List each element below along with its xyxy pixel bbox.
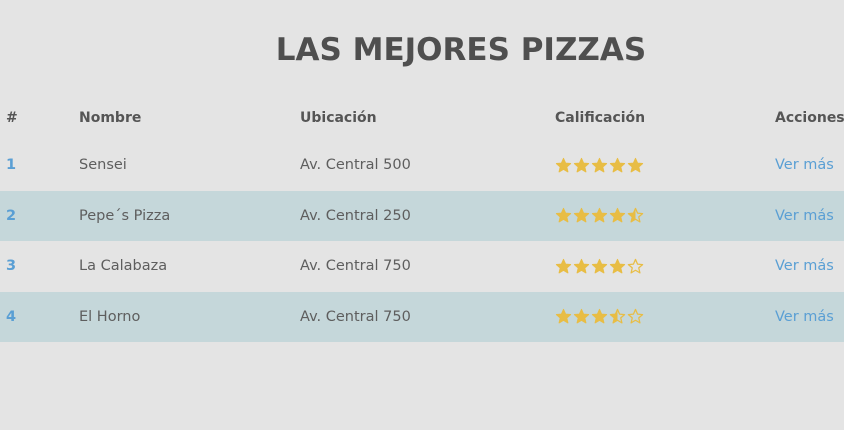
table-row: 3 La Calabaza Av. Central 750 Ver más bbox=[0, 241, 844, 292]
star-full-icon bbox=[591, 258, 608, 274]
ver-mas-link[interactable]: Ver más bbox=[775, 191, 834, 242]
table-row: 4 El Horno Av. Central 750 Ver más bbox=[0, 291, 844, 343]
row-number[interactable]: 1 bbox=[6, 140, 16, 191]
pizza-location: Av. Central 250 bbox=[300, 207, 411, 224]
pizza-name: La Calabaza bbox=[79, 258, 168, 275]
column-header-location: Ubicación bbox=[300, 109, 377, 126]
table-row: 2 Pepe´s Pizza Av. Central 250 Ver más bbox=[0, 190, 844, 242]
star-full-icon bbox=[609, 258, 626, 274]
star-full-icon bbox=[555, 157, 572, 173]
star-full-icon bbox=[609, 208, 626, 223]
pizza-name: Pepe´s Pizza bbox=[79, 207, 171, 224]
pizza-location: Av. Central 500 bbox=[300, 157, 411, 174]
star-full-icon bbox=[573, 208, 590, 223]
table-header-row: # Nombre Ubicación Calificación Acciones bbox=[0, 95, 844, 140]
column-header-num: # bbox=[6, 109, 18, 126]
rating-stars bbox=[555, 241, 644, 292]
star-half-icon bbox=[609, 309, 626, 324]
row-number[interactable]: 4 bbox=[6, 292, 16, 343]
star-full-icon bbox=[555, 309, 572, 324]
pizza-name: Sensei bbox=[79, 157, 127, 174]
star-half-icon bbox=[627, 208, 644, 223]
star-empty-icon bbox=[627, 309, 644, 324]
star-full-icon bbox=[555, 208, 572, 223]
ver-mas-link[interactable]: Ver más bbox=[775, 241, 834, 292]
pizza-location: Av. Central 750 bbox=[300, 308, 411, 325]
star-full-icon bbox=[591, 208, 608, 223]
column-header-actions: Acciones bbox=[775, 109, 844, 126]
star-full-icon bbox=[591, 157, 608, 173]
row-number[interactable]: 3 bbox=[6, 241, 16, 292]
pizza-table: # Nombre Ubicación Calificación Acciones… bbox=[0, 95, 844, 342]
star-full-icon bbox=[573, 258, 590, 274]
column-header-rating: Calificación bbox=[555, 109, 646, 126]
star-full-icon bbox=[609, 157, 626, 173]
ver-mas-link[interactable]: Ver más bbox=[775, 140, 834, 191]
star-empty-icon bbox=[627, 258, 644, 274]
rating-stars bbox=[555, 292, 644, 343]
star-full-icon bbox=[555, 258, 572, 274]
column-header-name: Nombre bbox=[79, 109, 142, 126]
star-full-icon bbox=[591, 309, 608, 324]
star-full-icon bbox=[573, 309, 590, 324]
table-row: 1 Sensei Av. Central 500 Ver más bbox=[0, 140, 844, 191]
star-full-icon bbox=[573, 157, 590, 173]
star-full-icon bbox=[627, 157, 644, 173]
rating-stars bbox=[555, 140, 644, 191]
page: LAS MEJORES PIZZAS # Nombre Ubicación Ca… bbox=[0, 0, 844, 430]
page-title: LAS MEJORES PIZZAS bbox=[275, 32, 647, 68]
pizza-name: El Horno bbox=[79, 308, 141, 325]
ver-mas-link[interactable]: Ver más bbox=[775, 292, 834, 343]
rating-stars bbox=[555, 191, 644, 242]
pizza-location: Av. Central 750 bbox=[300, 258, 411, 275]
row-number[interactable]: 2 bbox=[6, 191, 16, 242]
